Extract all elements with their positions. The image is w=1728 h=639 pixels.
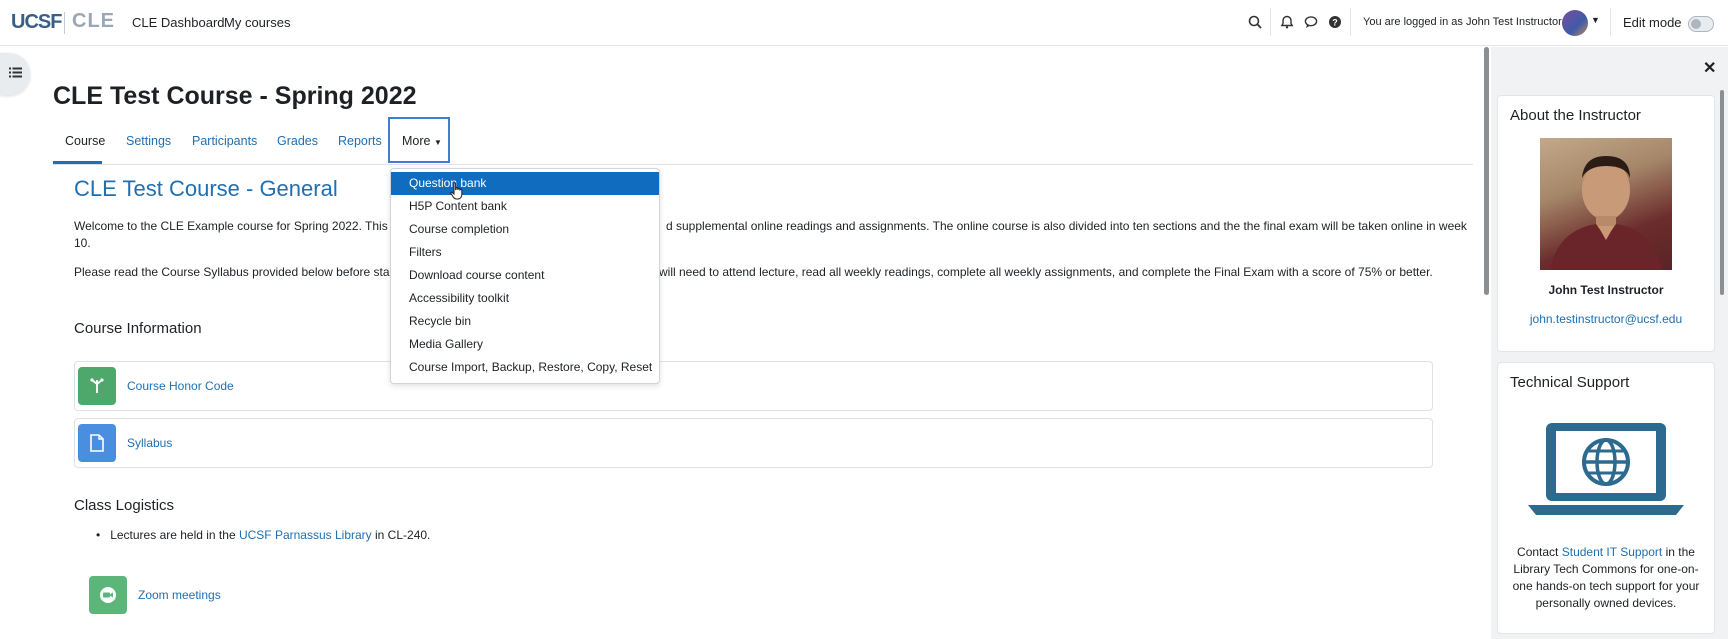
tech-support-text: Contact Student IT Support in the Librar… <box>1512 544 1700 612</box>
logged-in-text: You are logged in as John Test Instructo… <box>1363 16 1562 28</box>
course-index-toggle[interactable] <box>0 53 30 95</box>
contact-pre: Contact <box>1517 545 1562 559</box>
student-it-support-link[interactable]: Student IT Support <box>1562 545 1663 559</box>
syllabus-link[interactable]: Syllabus <box>127 436 172 450</box>
please-read-text-part-2: will need to attend lecture, read all we… <box>659 265 1433 279</box>
hand-cursor-icon <box>450 182 464 205</box>
welcome-text-part-3: 10. <box>74 236 91 250</box>
active-tab-indicator <box>53 161 102 164</box>
user-avatar[interactable] <box>1562 10 1588 36</box>
instructor-email-link[interactable]: john.testinstructor@ucsf.edu <box>1498 312 1714 326</box>
menu-item-filters[interactable]: Filters <box>391 241 659 264</box>
please-read-text-part-1: Please read the Course Syllabus provided… <box>74 265 407 279</box>
instructor-name: John Test Instructor <box>1548 283 1664 297</box>
zoom-meetings-link[interactable]: Zoom meetings <box>138 588 221 602</box>
search-icon[interactable] <box>1246 13 1264 31</box>
activity-course-honor-code[interactable]: Course Honor Code <box>74 361 1433 411</box>
chat-icon[interactable] <box>1302 13 1320 31</box>
tab-grades[interactable]: Grades <box>277 134 318 148</box>
welcome-text-part-1: Welcome to the CLE Example course for Sp… <box>74 219 410 233</box>
nav-my-courses[interactable]: My courses <box>224 15 290 30</box>
svg-text:?: ? <box>1332 17 1338 27</box>
menu-item-download-course-content[interactable]: Download course content <box>391 264 659 287</box>
tab-participants[interactable]: Participants <box>192 134 257 148</box>
list-icon <box>8 65 22 83</box>
class-logistics-heading: Class Logistics <box>74 497 175 514</box>
logistics-text-pre: Lectures are held in the <box>110 528 239 542</box>
menu-item-recycle-bin[interactable]: Recycle bin <box>391 310 659 333</box>
menu-item-course-completion[interactable]: Course completion <box>391 218 659 241</box>
logistics-text-post: in CL-240. <box>371 528 431 542</box>
edit-mode-toggle[interactable] <box>1688 16 1714 32</box>
help-icon[interactable]: ? <box>1326 13 1344 31</box>
tree-icon <box>78 367 116 405</box>
laptop-globe-icon <box>1526 419 1686 524</box>
edit-mode-label: Edit mode <box>1623 15 1682 30</box>
logo-divider <box>64 12 65 34</box>
document-icon <box>78 424 116 462</box>
more-menu-focus-ring <box>388 117 450 163</box>
menu-item-course-import[interactable]: Course Import, Backup, Restore, Copy, Re… <box>391 356 659 379</box>
menu-item-question-bank[interactable]: Question bank <box>391 172 659 195</box>
video-camera-icon <box>89 576 127 614</box>
drawer-scrollbar[interactable] <box>1720 90 1724 295</box>
course-honor-code-link[interactable]: Course Honor Code <box>127 379 234 393</box>
technical-support-title: Technical Support <box>1510 374 1630 391</box>
section-title[interactable]: CLE Test Course - General <box>74 176 338 202</box>
navbar-divider <box>1610 8 1611 36</box>
menu-item-h5p-content-bank[interactable]: H5P Content bank <box>391 195 659 218</box>
more-dropdown-menu: Question bank H5P Content bank Course co… <box>390 168 660 384</box>
ucsf-logo[interactable]: UCSF <box>11 11 62 34</box>
bullet-dot: • <box>96 528 111 542</box>
chevron-down-icon[interactable]: ▼ <box>1591 15 1600 25</box>
tab-reports[interactable]: Reports <box>338 134 382 148</box>
cle-logo[interactable]: CLE <box>72 10 115 33</box>
technical-support-block: Technical Support Contact Student IT Sup… <box>1497 362 1715 634</box>
activity-syllabus[interactable]: Syllabus <box>74 418 1433 468</box>
page-title: CLE Test Course - Spring 2022 <box>53 82 417 110</box>
about-instructor-block: About the Instructor John Test Instructo… <box>1497 95 1715 352</box>
course-secondary-nav: Course Settings Participants Grades Repo… <box>53 118 1473 165</box>
parnassus-library-link[interactable]: UCSF Parnassus Library <box>239 528 372 542</box>
main-scrollbar[interactable] <box>1484 47 1489 295</box>
instructor-photo <box>1540 138 1672 270</box>
course-information-heading: Course Information <box>74 320 202 337</box>
bell-icon[interactable] <box>1278 13 1296 31</box>
top-navbar: UCSF CLE CLE Dashboard My courses ? You … <box>0 0 1728 46</box>
welcome-text-part-2: d supplemental online readings and assig… <box>666 219 1467 233</box>
navbar-divider <box>1270 8 1271 36</box>
navbar-divider <box>1350 8 1351 36</box>
about-instructor-title: About the Instructor <box>1510 107 1641 124</box>
menu-item-media-gallery[interactable]: Media Gallery <box>391 333 659 356</box>
tab-course[interactable]: Course <box>65 134 105 148</box>
list-item: • Lectures are held in the UCSF Parnassu… <box>96 528 430 542</box>
menu-item-accessibility-toolkit[interactable]: Accessibility toolkit <box>391 287 659 310</box>
close-icon[interactable]: ✕ <box>1703 58 1716 78</box>
nav-cle-dashboard[interactable]: CLE Dashboard <box>132 15 225 30</box>
tab-settings[interactable]: Settings <box>126 134 171 148</box>
